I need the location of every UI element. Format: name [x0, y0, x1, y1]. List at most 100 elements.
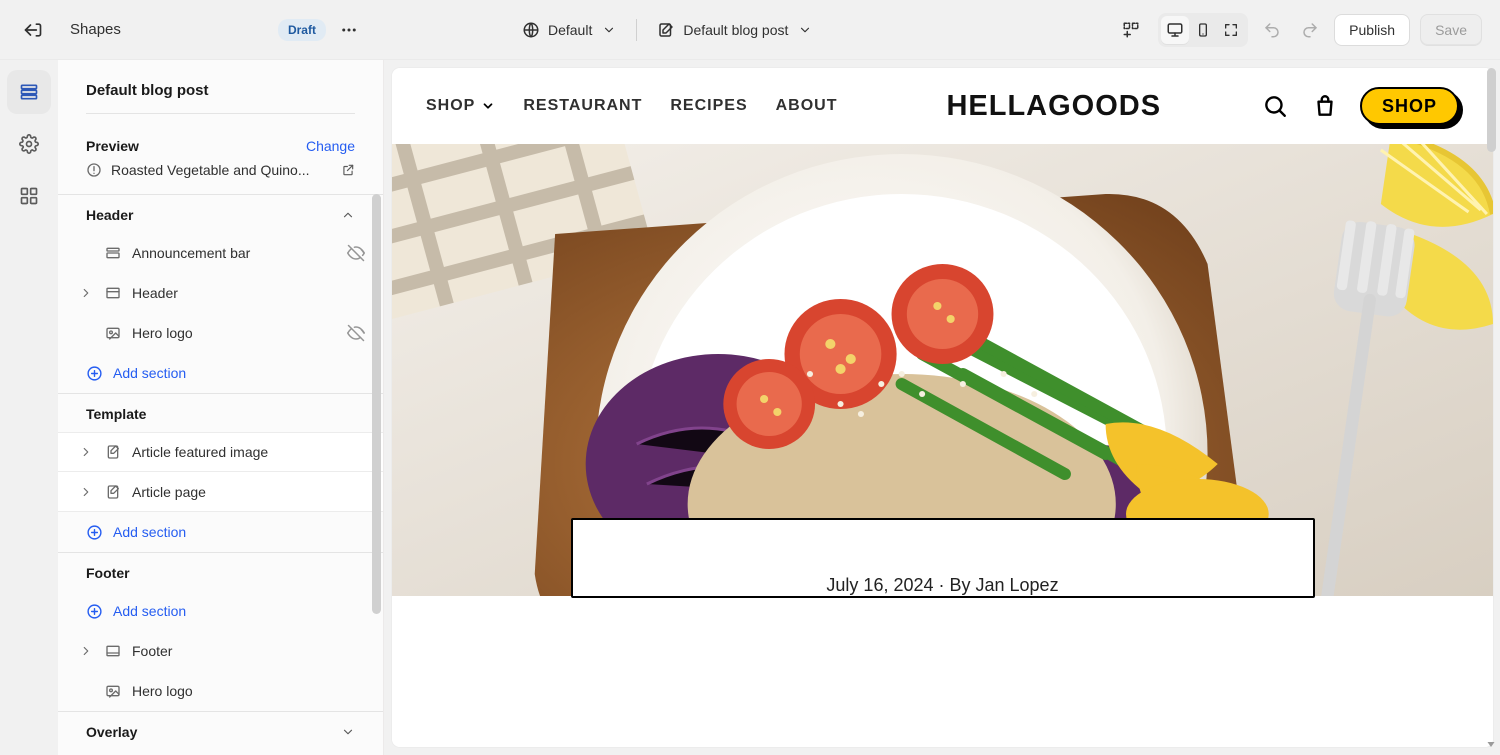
nav-label: SHOP [426, 97, 475, 115]
doc-icon [105, 484, 121, 500]
live-preview: SHOP RESTAURANT RECIPES ABOUT HELLAGOODS [392, 68, 1493, 747]
undo-icon [1263, 21, 1281, 39]
group-footer: Footer Add section Footer [58, 553, 383, 711]
search-button[interactable] [1260, 91, 1290, 121]
section-label: Hero logo [132, 683, 367, 699]
redo-button[interactable] [1296, 16, 1324, 44]
section-article-image[interactable]: Article featured image [58, 432, 383, 472]
locale-label: Default [548, 22, 592, 38]
device-fullscreen[interactable] [1217, 16, 1245, 44]
chevron-down-icon[interactable] [341, 725, 355, 739]
hidden-toggle[interactable] [345, 244, 367, 262]
chevron-down-icon [481, 99, 495, 113]
article-page-section: July 16, 2024 · By Jan Lopez [392, 596, 1493, 747]
preview-item-title: Roasted Vegetable and Quino... [111, 162, 332, 178]
inspector-icon [1122, 21, 1140, 39]
layout-top-icon [105, 245, 121, 261]
section-label: Article page [132, 484, 367, 500]
external-icon[interactable] [341, 163, 355, 177]
chevron-right-icon [79, 286, 93, 300]
section-article-page[interactable]: Article page [58, 472, 383, 512]
add-section-footer[interactable]: Add section [58, 591, 383, 631]
sections-sidebar: Default blog post Preview Change Roasted… [58, 60, 384, 755]
nav-label: ABOUT [776, 97, 838, 115]
group-overlay-title: Overlay [86, 724, 137, 740]
inspector-toggle[interactable] [1116, 15, 1146, 45]
exit-button[interactable] [18, 15, 48, 45]
search-icon [1262, 93, 1288, 119]
sidebar-scrollbar-thumb[interactable] [372, 194, 381, 614]
add-section-header[interactable]: Add section [58, 353, 383, 393]
undo-button[interactable] [1258, 16, 1286, 44]
desktop-icon [1166, 21, 1184, 39]
preview-scrollbar[interactable] [1484, 68, 1500, 747]
add-label: Add section [113, 365, 186, 381]
chevron-right-icon [79, 445, 93, 459]
nav-recipes[interactable]: RECIPES [670, 97, 747, 115]
nav-about[interactable]: ABOUT [776, 97, 838, 115]
mobile-icon [1195, 22, 1211, 38]
group-template: Template Article featured image [58, 394, 383, 552]
cart-button[interactable] [1310, 91, 1340, 121]
hidden-toggle[interactable] [345, 324, 367, 342]
nav-shop[interactable]: SHOP [426, 97, 495, 115]
save-button: Save [1420, 14, 1482, 46]
section-footer-logo[interactable]: Hero logo [58, 671, 383, 711]
eye-off-icon [347, 244, 365, 262]
shop-cta-label: SHOP [1382, 96, 1437, 116]
article-meta-text: July 16, 2024 · By Jan Lopez [826, 575, 1058, 596]
group-footer-title: Footer [86, 565, 130, 581]
section-footer[interactable]: Footer [58, 631, 383, 671]
rail-sections[interactable] [7, 70, 51, 114]
chevron-down-icon [602, 23, 616, 37]
warning-icon [86, 162, 102, 178]
section-announcement-bar[interactable]: Announcement bar [58, 233, 383, 273]
template-icon [657, 21, 675, 39]
plus-circle-icon [86, 365, 103, 382]
shop-cta[interactable]: SHOP [1360, 87, 1459, 125]
device-mobile[interactable] [1189, 16, 1217, 44]
fullscreen-icon [1223, 22, 1239, 38]
group-header-title: Header [86, 207, 133, 223]
doc-icon [105, 444, 121, 460]
site-brand: HELLAGOODS [946, 90, 1161, 123]
header-icon [105, 285, 121, 301]
left-rail [0, 60, 58, 755]
image-icon [105, 325, 121, 341]
header-icon [105, 643, 121, 659]
more-menu-button[interactable] [334, 15, 364, 45]
section-label: Footer [132, 643, 367, 659]
topbar-center: Draft Default Default blog post [168, 15, 1102, 45]
topbar-right: Publish Save [1116, 13, 1482, 47]
scroll-down-icon[interactable] [1484, 737, 1498, 751]
divider [636, 19, 637, 41]
eye-off-icon [347, 324, 365, 342]
site-header: SHOP RESTAURANT RECIPES ABOUT HELLAGOODS [392, 68, 1493, 144]
group-header: Header Announcement bar [58, 195, 383, 393]
nav-restaurant[interactable]: RESTAURANT [523, 97, 642, 115]
add-section-template[interactable]: Add section [58, 512, 383, 552]
preview-change[interactable]: Change [306, 138, 355, 154]
template-dropdown[interactable]: Default blog post [657, 21, 812, 39]
rail-apps[interactable] [7, 174, 51, 218]
preview-scrollbar-thumb[interactable] [1487, 68, 1496, 152]
page-title: Default blog post [86, 82, 355, 99]
device-desktop[interactable] [1161, 16, 1189, 44]
plus-circle-icon [86, 524, 103, 541]
gear-icon [19, 134, 39, 154]
editor-topbar: Shapes Draft Default Default blog post [0, 0, 1500, 60]
chevron-up-icon[interactable] [341, 208, 355, 222]
locale-dropdown[interactable]: Default [522, 21, 616, 39]
rail-settings[interactable] [7, 122, 51, 166]
section-label: Header [132, 285, 335, 301]
globe-icon [522, 21, 540, 39]
nav-label: RECIPES [670, 97, 747, 115]
preview-item-row: Roasted Vegetable and Quino... [86, 162, 355, 178]
section-header[interactable]: Header [58, 273, 383, 313]
section-label: Announcement bar [132, 245, 335, 261]
plus-circle-icon [86, 603, 103, 620]
apps-icon [19, 186, 39, 206]
chevron-right-icon [79, 644, 93, 658]
section-hero-logo[interactable]: Hero logo [58, 313, 383, 353]
publish-button[interactable]: Publish [1334, 14, 1410, 46]
